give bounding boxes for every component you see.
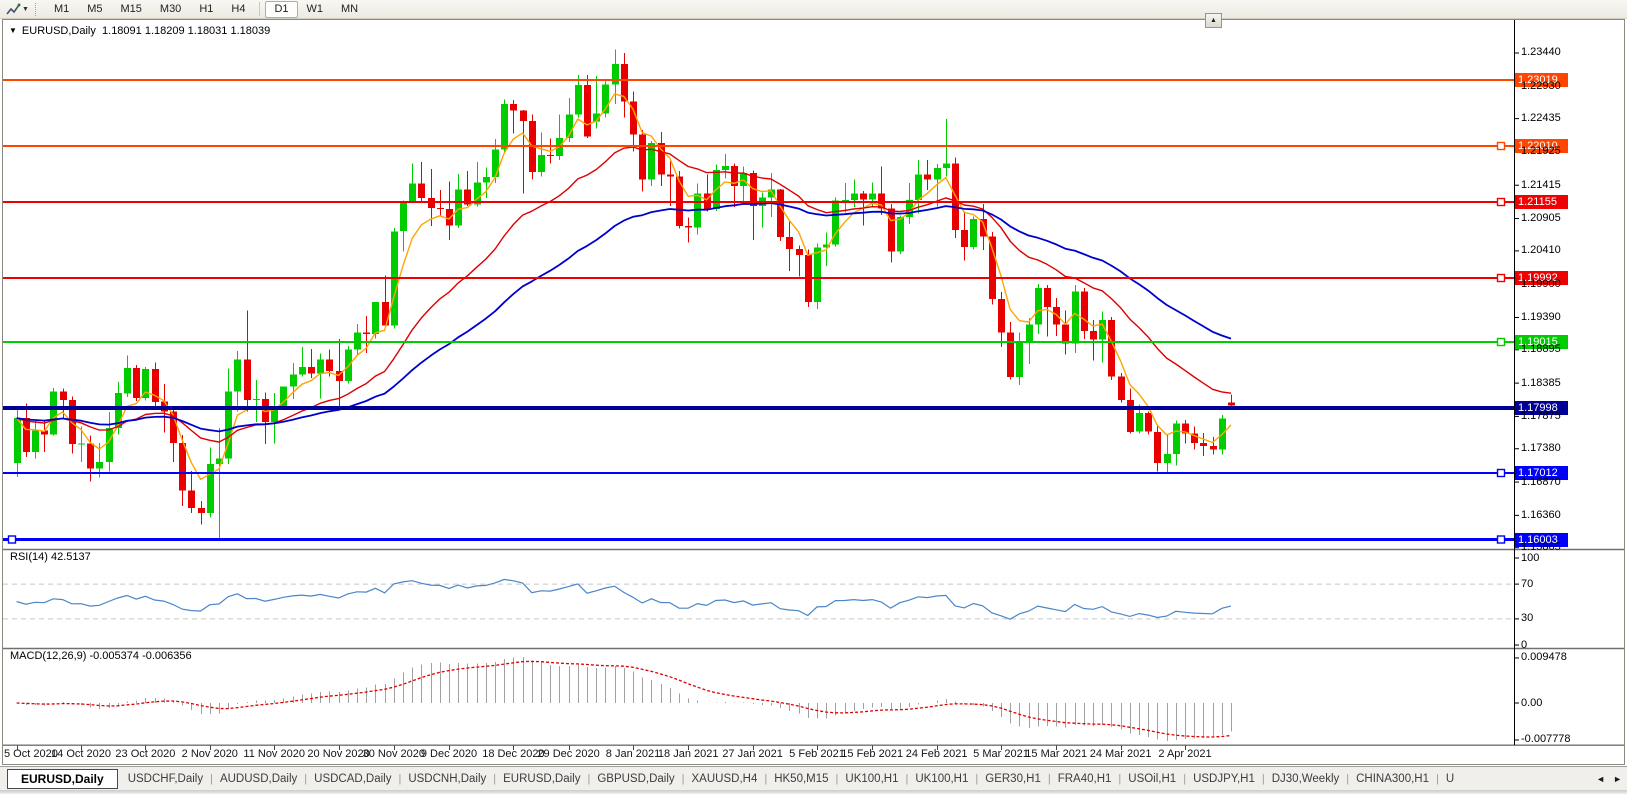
- date-label: 11 Nov 2020: [243, 748, 305, 760]
- chart-tab-dj30-weekly[interactable]: DJ30,Weekly: [1265, 773, 1347, 785]
- timeframe-button-m15[interactable]: M15: [112, 1, 151, 18]
- timeframe-button-m5[interactable]: M5: [78, 1, 111, 18]
- timeframe-button-h4[interactable]: H4: [222, 1, 254, 18]
- chart-title-symbol: EURUSD,Daily: [22, 25, 96, 37]
- toolbar-separator: [259, 2, 260, 16]
- chart-tab-uk100-h1[interactable]: UK100,H1: [908, 773, 975, 785]
- date-label: 29 Dec 2020: [537, 748, 599, 760]
- rsi-tick-0: 0: [1521, 639, 1527, 652]
- chart-title-ohlc: 1.18091 1.18209 1.18031 1.18039: [102, 25, 270, 37]
- macd-tick-0.00: 0.00: [1521, 697, 1542, 710]
- date-label: 5 Mar 2021: [973, 748, 1029, 760]
- price-tick-1.17380: 1.17380: [1521, 442, 1561, 455]
- price-tick-1.20410: 1.20410: [1521, 244, 1561, 257]
- chart-tab-u[interactable]: U: [1439, 773, 1461, 785]
- hline-handle[interactable]: [1498, 470, 1505, 477]
- date-label: 18 Jan 2021: [658, 748, 719, 760]
- price-tick-1.19390: 1.19390: [1521, 311, 1561, 324]
- date-label: 2 Apr 2021: [1158, 748, 1211, 760]
- chart-tool-button[interactable]: ▼: [4, 3, 31, 16]
- hline-handle[interactable]: [9, 536, 16, 543]
- chart-canvas: [2, 19, 1625, 765]
- window-menu-icon[interactable]: ▼: [9, 26, 17, 35]
- date-label: 23 Oct 2020: [115, 748, 175, 760]
- price-tick-1.18895: 1.18895: [1521, 343, 1561, 356]
- metatrader-window: { "icons": {"window_menu":"▼","tool_care…: [0, 0, 1627, 794]
- hline-handle[interactable]: [1498, 536, 1505, 543]
- date-label: 24 Mar 2021: [1090, 748, 1152, 760]
- date-label: 27 Jan 2021: [722, 748, 783, 760]
- chart-tab-usoil-h1[interactable]: USOil,H1: [1121, 773, 1183, 785]
- price-tick-1.23440: 1.23440: [1521, 46, 1561, 59]
- tool-dropdown-caret-icon[interactable]: ▼: [22, 6, 29, 13]
- tab-scroll-right-icon[interactable]: ►: [1613, 774, 1622, 784]
- tab-scroll-buttons: ◄ ►: [1592, 767, 1622, 790]
- tab-scroll-left-icon[interactable]: ◄: [1596, 774, 1605, 784]
- price-tick-1.20905: 1.20905: [1521, 212, 1561, 225]
- chart-line-tool-icon: [6, 3, 21, 16]
- chart-tabs: EURUSD,DailyUSDCHF,Daily|AUDUSD,Daily|US…: [0, 769, 1590, 789]
- hline-handle[interactable]: [1498, 199, 1505, 206]
- price-tick-1.22435: 1.22435: [1521, 112, 1561, 125]
- date-label: 2 Nov 2020: [182, 748, 238, 760]
- date-label: 15 Feb 2021: [841, 748, 903, 760]
- date-label: 24 Feb 2021: [906, 748, 968, 760]
- chart-tab-audusd-daily[interactable]: AUDUSD,Daily: [213, 773, 304, 785]
- chart-tab-bar: EURUSD,DailyUSDCHF,Daily|AUDUSD,Daily|US…: [0, 766, 1627, 790]
- price-tick-1.21415: 1.21415: [1521, 179, 1561, 192]
- timeframe-button-m30[interactable]: M30: [151, 1, 190, 18]
- date-label: 20 Nov 2020: [307, 748, 369, 760]
- date-label: 30 Nov 2020: [363, 748, 425, 760]
- rsi-tick-30: 30: [1521, 612, 1533, 625]
- date-label: 9 Dec 2020: [421, 748, 477, 760]
- rsi-label: RSI(14) 42.5137: [10, 551, 91, 563]
- price-tick-1.19900: 1.19900: [1521, 278, 1561, 291]
- chart-tab-china300-h1[interactable]: CHINA300,H1: [1349, 773, 1436, 785]
- chart-tab-gbpusd-daily[interactable]: GBPUSD,Daily: [590, 773, 681, 785]
- macd-tick--0.007778: -0.007778: [1521, 733, 1571, 746]
- date-label: 5 Feb 2021: [789, 748, 845, 760]
- chart-tab-ger30-h1[interactable]: GER30,H1: [978, 773, 1048, 785]
- timeframe-button-w1[interactable]: W1: [298, 1, 333, 18]
- chart-tab-eurusd-daily[interactable]: EURUSD,Daily: [7, 769, 118, 789]
- price-tick-1.16870: 1.16870: [1521, 476, 1561, 489]
- hline-handle[interactable]: [1498, 275, 1505, 282]
- main-toolbar: ▼ M1M5M15M30H1H4 D1W1MN: [0, 0, 1627, 19]
- scroll-up-button[interactable]: ▲: [1205, 13, 1222, 28]
- hline-handle[interactable]: [1498, 143, 1505, 150]
- date-label: 15 Mar 2021: [1025, 748, 1087, 760]
- price-tag-1.21155: 1.21155: [1515, 195, 1568, 209]
- hline-handle[interactable]: [1498, 339, 1505, 346]
- chart-tab-fra40-h1[interactable]: FRA40,H1: [1051, 773, 1119, 785]
- chart-tab-usdcad-daily[interactable]: USDCAD,Daily: [307, 773, 398, 785]
- timeframe-button-m1[interactable]: M1: [45, 1, 78, 18]
- price-tick-1.17875: 1.17875: [1521, 410, 1561, 423]
- status-strip: [0, 790, 1627, 794]
- chart-tab-usdcnh-daily[interactable]: USDCNH,Daily: [401, 773, 493, 785]
- chart-tab-usdjpy-h1[interactable]: USDJPY,H1: [1186, 773, 1262, 785]
- macd-tick-0.009478: 0.009478: [1521, 651, 1567, 664]
- date-label: 8 Jan 2021: [606, 748, 660, 760]
- price-tick-1.21925: 1.21925: [1521, 145, 1561, 158]
- date-label: 5 Oct 2020: [4, 748, 58, 760]
- timeframe-button-group: M1M5M15M30H1H4 D1W1MN: [45, 1, 367, 18]
- chart-tab-eurusd-daily[interactable]: EURUSD,Daily: [496, 773, 587, 785]
- timeframe-button-d1[interactable]: D1: [265, 1, 297, 18]
- price-tick-1.22930: 1.22930: [1521, 80, 1561, 93]
- chart-tab-uk100-h1[interactable]: UK100,H1: [838, 773, 905, 785]
- macd-label: MACD(12,26,9) -0.005374 -0.006356: [10, 650, 192, 662]
- timeframe-button-h1[interactable]: H1: [190, 1, 222, 18]
- chart-title: ▼ EURUSD,Daily 1.18091 1.18209 1.18031 1.…: [9, 25, 270, 37]
- date-label: 18 Dec 2020: [482, 748, 544, 760]
- price-tick-1.18385: 1.18385: [1521, 377, 1561, 390]
- timeframe-button-mn[interactable]: MN: [332, 1, 367, 18]
- date-label: 14 Oct 2020: [51, 748, 111, 760]
- price-tick-1.16360: 1.16360: [1521, 509, 1561, 522]
- chart-tab-usdchf-daily[interactable]: USDCHF,Daily: [121, 773, 210, 785]
- rsi-tick-70: 70: [1521, 578, 1533, 591]
- chart-tab-hk50-m15[interactable]: HK50,M15: [767, 773, 835, 785]
- toolbar-grip: [35, 3, 39, 16]
- chart-tab-xauusd-h4[interactable]: XAUUSD,H4: [685, 773, 765, 785]
- rsi-tick-100: 100: [1521, 552, 1539, 565]
